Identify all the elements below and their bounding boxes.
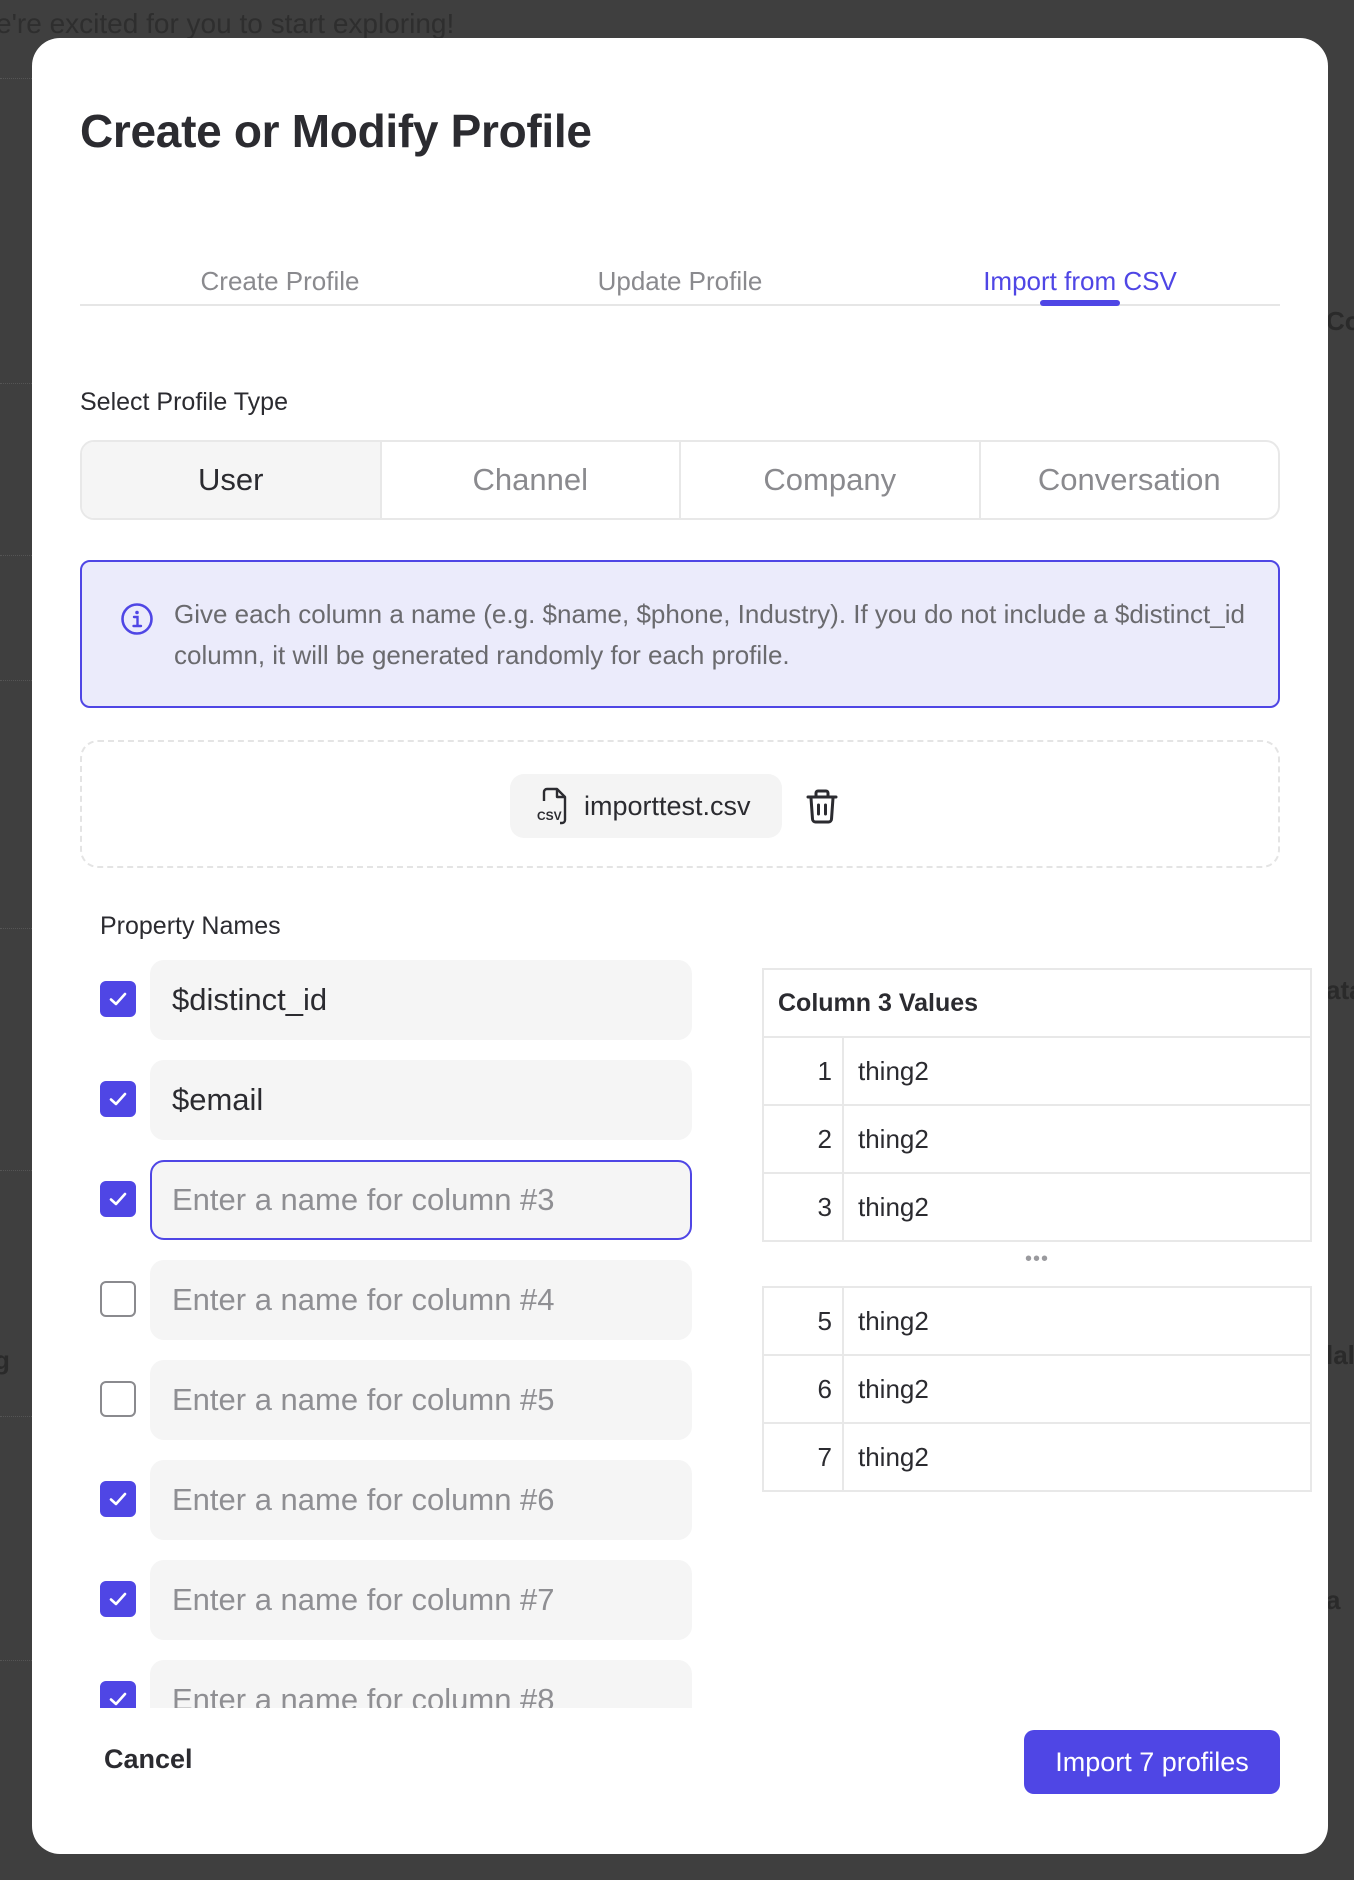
row-value: thing2 (842, 1104, 1312, 1174)
info-banner: Give each column a name (e.g. $name, $ph… (80, 560, 1280, 708)
values-table-row: 1 thing2 (762, 1036, 1312, 1106)
file-chip[interactable]: CSV importtest.csv (510, 774, 782, 838)
tab-import-from-csv[interactable]: Import from CSV (880, 238, 1280, 304)
property-row (92, 960, 732, 1040)
values-table-header: Column 3 Values (762, 968, 1312, 1038)
values-table-row: 3 thing2 (762, 1172, 1312, 1242)
check-icon (109, 1492, 127, 1506)
column-checkbox[interactable] (100, 1681, 136, 1708)
values-table-top: Column 3 Values 1 thing2 2 thing2 3 thing2 (762, 968, 1312, 1242)
check-icon (109, 1692, 127, 1706)
row-index: 7 (762, 1422, 844, 1492)
column-checkbox[interactable] (100, 1181, 136, 1217)
property-row (92, 1160, 732, 1240)
column-name-input[interactable] (150, 1560, 692, 1640)
row-index: 5 (762, 1286, 844, 1356)
profile-tabs: Create Profile Update Profile Import fro… (80, 238, 1280, 306)
row-value: thing2 (842, 1422, 1312, 1492)
csv-dropzone[interactable]: CSV importtest.csv (80, 740, 1280, 868)
info-text: Give each column a name (e.g. $name, $ph… (174, 599, 1245, 670)
background-text-fragment: ata (1326, 975, 1354, 1005)
row-value: thing2 (842, 1286, 1312, 1356)
values-table-row: 6 thing2 (762, 1354, 1312, 1424)
background-text-fragment: g (0, 1345, 10, 1375)
row-value: thing2 (842, 1172, 1312, 1242)
values-table-bottom: 5 thing2 6 thing2 7 thing2 (762, 1286, 1312, 1492)
background-banner-text: e're excited for you to start exploring! (0, 8, 455, 39)
csv-file-icon: CSV (537, 787, 567, 825)
row-index: 2 (762, 1104, 844, 1174)
cancel-button[interactable]: Cancel (104, 1744, 193, 1775)
column-checkbox[interactable] (100, 1481, 136, 1517)
row-index: 6 (762, 1354, 844, 1424)
column-name-input[interactable] (150, 1460, 692, 1540)
property-row (92, 1560, 732, 1640)
property-row (92, 1460, 732, 1540)
profile-type-conversation[interactable]: Conversation (981, 442, 1279, 518)
import-profiles-button[interactable]: Import 7 profiles (1024, 1730, 1280, 1794)
tab-update-profile[interactable]: Update Profile (480, 238, 880, 304)
column-checkbox[interactable] (100, 1581, 136, 1617)
modal-title: Create or Modify Profile (80, 105, 592, 157)
svg-text:CSV: CSV (537, 809, 562, 823)
check-icon (109, 1592, 127, 1606)
property-row (92, 1660, 732, 1708)
row-index: 1 (762, 1036, 844, 1106)
column-name-input[interactable] (150, 1360, 692, 1440)
profile-type-channel[interactable]: Channel (382, 442, 681, 518)
values-table-row: 5 thing2 (762, 1286, 1312, 1356)
row-value: thing2 (842, 1036, 1312, 1106)
column-checkbox[interactable] (100, 1081, 136, 1117)
property-row (92, 1260, 732, 1340)
trash-icon[interactable] (802, 786, 842, 826)
property-names-label: Property Names (100, 912, 281, 940)
row-index: 3 (762, 1172, 844, 1242)
column-checkbox[interactable] (100, 981, 136, 1017)
values-table-row: 7 thing2 (762, 1422, 1312, 1492)
column-name-input[interactable] (150, 960, 692, 1040)
profile-type-company[interactable]: Company (681, 442, 981, 518)
property-row (92, 1060, 732, 1140)
tab-create-profile[interactable]: Create Profile (80, 238, 480, 304)
file-name: importtest.csv (584, 790, 751, 821)
check-icon (109, 1192, 127, 1206)
property-names-list[interactable] (92, 960, 732, 1708)
column-name-input[interactable] (150, 1160, 692, 1240)
profile-type-user[interactable]: User (82, 442, 382, 518)
column-name-input[interactable] (150, 1060, 692, 1140)
row-value: thing2 (842, 1354, 1312, 1424)
column-checkbox[interactable] (100, 1281, 136, 1317)
column-name-input[interactable] (150, 1260, 692, 1340)
profile-type-selector: User Channel Company Conversation (80, 440, 1280, 520)
background-text-fragment: Col (1326, 306, 1354, 336)
more-rows-ellipsis: ••• (1024, 1248, 1049, 1270)
check-icon (109, 1092, 127, 1106)
background-text-fragment: lal (1326, 1340, 1354, 1370)
background-text-fragment: a (1326, 1585, 1341, 1615)
column-values-preview: Column 3 Values 1 thing2 2 thing2 3 thing2 ••… (762, 968, 1312, 1492)
property-row (92, 1360, 732, 1440)
check-icon (109, 992, 127, 1006)
column-checkbox[interactable] (100, 1381, 136, 1417)
column-name-input[interactable] (150, 1660, 692, 1708)
profile-type-label: Select Profile Type (80, 388, 288, 416)
info-icon (121, 603, 153, 635)
values-table-row: 2 thing2 (762, 1104, 1312, 1174)
create-modify-profile-modal: Create or Modify Profile Create Profile … (32, 38, 1328, 1854)
